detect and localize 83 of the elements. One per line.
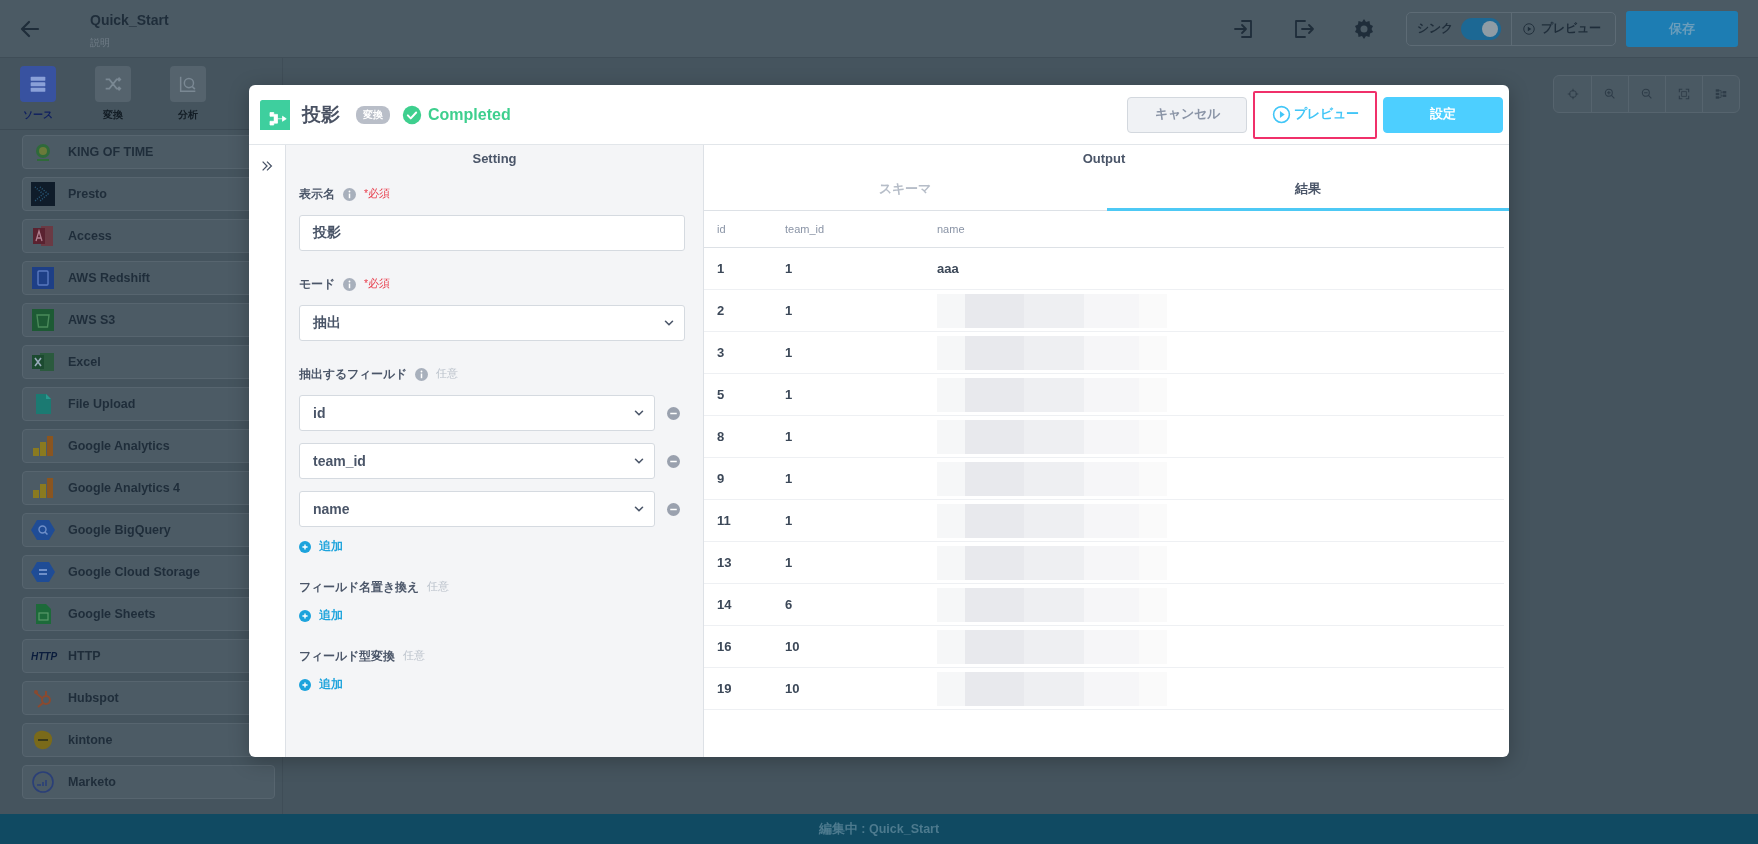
table-cell-text: 1: [785, 513, 794, 528]
save-button[interactable]: 保存: [1626, 10, 1738, 47]
table-cell-text: 16: [717, 639, 733, 654]
table-cell-text: 10: [785, 681, 801, 696]
source-logo-icon: [31, 518, 55, 542]
node-icon: [260, 99, 290, 130]
source-logo: HTTP: [31, 650, 59, 662]
play-circle-icon: [1522, 21, 1536, 36]
table-cell-text: 1: [785, 429, 794, 444]
column-header: team_id: [785, 223, 826, 235]
source-logo-icon: [31, 350, 55, 374]
table-cell-text: 1: [785, 471, 794, 486]
table-cell-text: 6: [785, 597, 794, 612]
table-cell-text: 1: [785, 303, 794, 318]
check-circle-icon: [402, 104, 422, 125]
select-field[interactable]: id: [299, 395, 655, 431]
source-logo-icon: [31, 434, 55, 458]
plus-circle-icon: [299, 540, 311, 553]
table-cell-text: 19: [717, 681, 733, 696]
source-logo-icon: [31, 308, 55, 332]
zoom-out-icon: [1640, 87, 1654, 101]
table-cell-text: 11: [717, 513, 732, 528]
output-tab[interactable]: 結果: [1106, 170, 1509, 211]
source-logo-icon: [31, 476, 55, 500]
source-logo-icon: [31, 728, 55, 752]
table-cell-text: 1: [785, 261, 794, 276]
field-label: モード: [299, 276, 335, 292]
table-cell-text: 1: [717, 261, 726, 276]
select-field[interactable]: 抽出: [299, 305, 685, 341]
expand-button[interactable]: [260, 159, 274, 173]
status-text: 編集中 : Quick_Start: [818, 820, 940, 838]
table-cell-text: 3: [717, 345, 726, 360]
sync-toggle[interactable]: [1461, 17, 1501, 40]
modal-title: 投影: [302, 102, 340, 127]
requirement-label: *必須: [364, 277, 391, 291]
status-label: Completed: [428, 105, 511, 124]
double-chevron-icon: [260, 159, 274, 173]
field-label: フィールド名置き換え: [299, 579, 419, 595]
table-cell-text: 13: [717, 555, 733, 570]
column-header: id: [717, 223, 727, 235]
table-cell-text: 1: [785, 387, 794, 402]
plus-circle-icon: [299, 678, 311, 691]
table-cell-text: 1: [785, 555, 794, 570]
requirement-label: *必須: [364, 187, 391, 201]
remove-icon[interactable]: [667, 406, 680, 420]
type-badge: 変換: [356, 105, 390, 124]
add-button[interactable]: 追加: [299, 608, 343, 623]
field-label: 表示名: [299, 186, 335, 202]
cancel-button[interactable]: キャンセル: [1127, 96, 1247, 133]
select-field[interactable]: team_id: [299, 443, 655, 479]
crosshair-icon: [1565, 87, 1580, 101]
add-button[interactable]: 追加: [299, 677, 343, 692]
panel-heading: Setting: [471, 150, 518, 168]
table-cell-text: 14: [717, 597, 733, 612]
table-cell-text: 2: [717, 303, 726, 318]
source-logo-icon: [31, 770, 55, 794]
select-field[interactable]: name: [299, 491, 655, 527]
add-button[interactable]: 追加: [299, 539, 343, 554]
source-logo-icon: [31, 224, 55, 248]
layout-tree-icon: [1714, 87, 1728, 101]
table-cell-text: 9: [717, 471, 726, 486]
remove-icon[interactable]: [667, 454, 680, 468]
remove-icon[interactable]: [667, 502, 680, 516]
source-logo-icon: [31, 182, 55, 206]
table-cell-text: 10: [785, 639, 801, 654]
table-cell-text: 8: [717, 429, 726, 444]
field-label: 抽出するフィールド: [299, 366, 407, 382]
zoom-in-icon: [1603, 87, 1617, 101]
confirm-button[interactable]: 設定: [1383, 96, 1503, 133]
table-cell-text: aaa: [937, 261, 960, 276]
field-label: フィールド型変換: [299, 648, 395, 664]
output-tab[interactable]: スキーマ: [704, 170, 1107, 211]
fit-screen-icon: [1677, 87, 1691, 101]
text-field[interactable]: 投影: [299, 215, 685, 251]
source-logo-icon: [31, 266, 55, 290]
plus-circle-icon: [299, 609, 311, 622]
preview-button[interactable]: プレビュー: [1253, 90, 1377, 139]
panel-heading: Output: [1081, 150, 1127, 168]
column-header: name: [937, 223, 966, 235]
play-circle-icon: [1271, 105, 1291, 124]
table-cell-text: 1: [785, 345, 794, 360]
table-cell-text: 5: [717, 387, 726, 402]
source-logo-icon: [31, 560, 55, 584]
